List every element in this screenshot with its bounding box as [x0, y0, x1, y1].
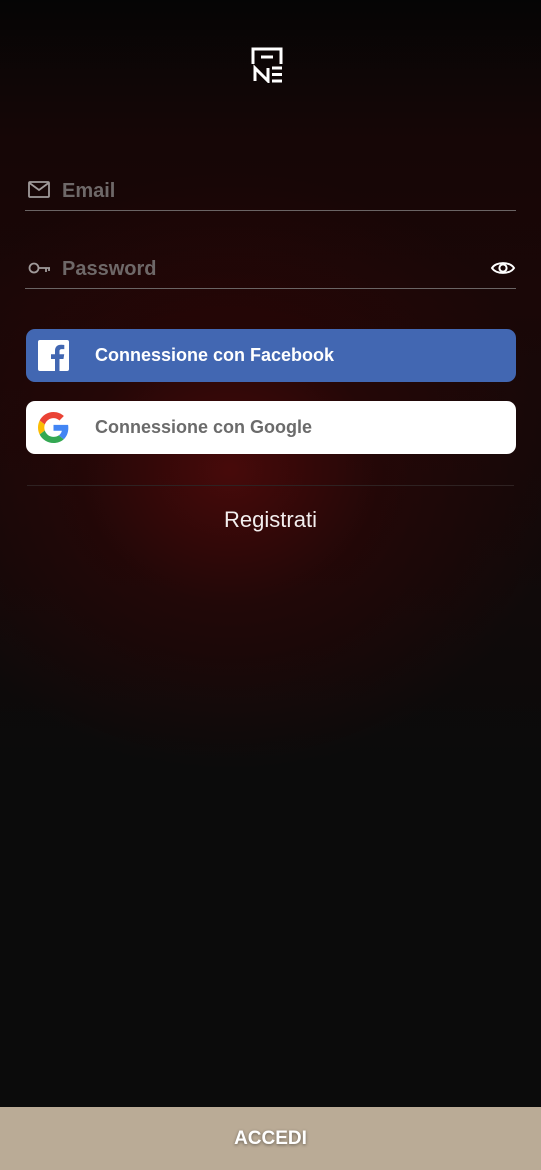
key-icon — [28, 262, 50, 274]
divider — [27, 485, 514, 486]
facebook-login-button[interactable]: Connessione con Facebook — [26, 329, 516, 382]
register-link[interactable]: Registrati — [0, 503, 541, 537]
facebook-button-label: Connessione con Facebook — [95, 345, 335, 365]
password-field — [25, 248, 516, 289]
google-login-button[interactable]: Connessione con Google — [26, 401, 516, 454]
login-button[interactable]: ACCEDI — [0, 1107, 541, 1170]
google-icon — [38, 412, 69, 443]
email-field — [25, 170, 516, 211]
mail-icon — [28, 181, 50, 198]
google-button-label: Connessione con Google — [95, 417, 313, 437]
email-input[interactable] — [62, 176, 482, 206]
eye-icon[interactable] — [490, 258, 516, 278]
password-input[interactable] — [62, 254, 482, 284]
brand-logo — [251, 47, 283, 83]
facebook-icon — [38, 340, 69, 371]
